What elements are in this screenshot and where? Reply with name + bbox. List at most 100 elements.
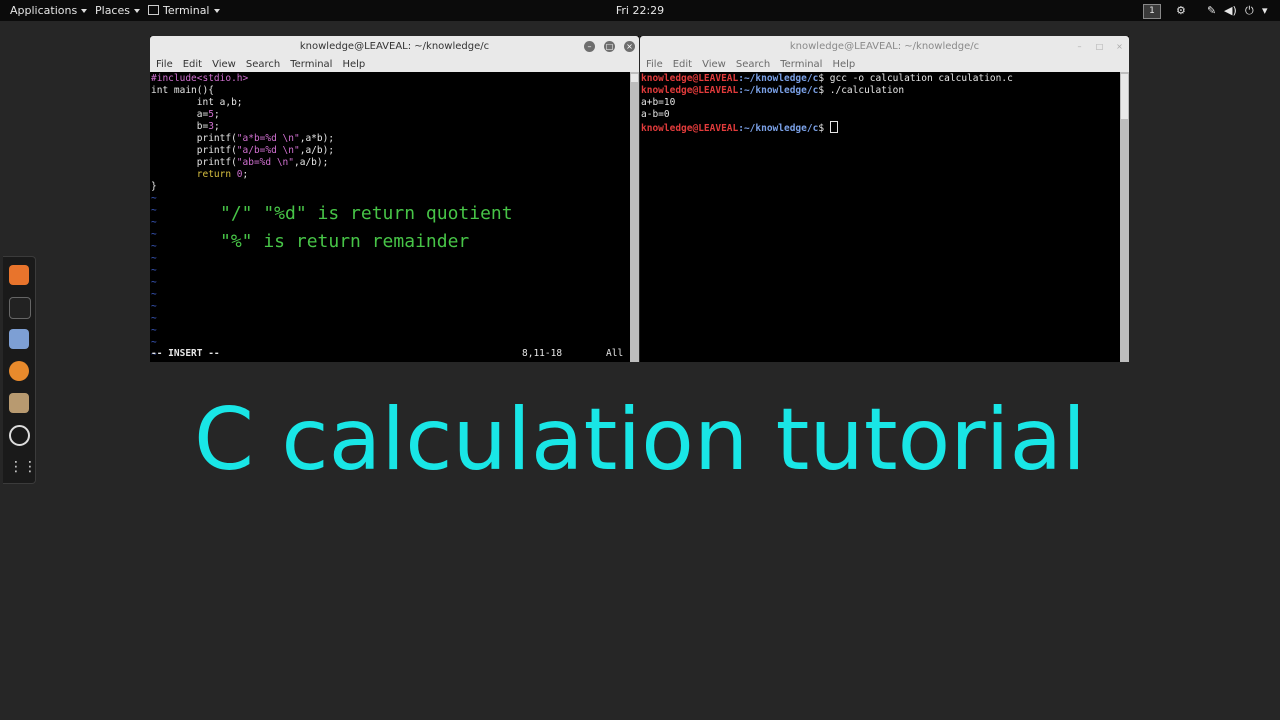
firefox-icon[interactable] bbox=[9, 265, 29, 285]
scrollbar[interactable] bbox=[630, 72, 639, 362]
code-text: "a*b=%d \n" bbox=[236, 133, 300, 144]
code-text: ,a*b); bbox=[299, 133, 335, 144]
empty-line-marker: ~ bbox=[151, 241, 157, 252]
maximize-icon[interactable]: □ bbox=[604, 41, 615, 52]
code-line: } bbox=[151, 181, 157, 193]
code-text: ,a/b); bbox=[294, 157, 329, 168]
annotation-quotient: "/" "%d" is return quotient bbox=[220, 203, 513, 224]
code-text: b= bbox=[151, 121, 209, 132]
scroll-position: All bbox=[606, 348, 624, 359]
close-icon[interactable]: × bbox=[1114, 41, 1125, 52]
code-text: return bbox=[151, 169, 237, 180]
empty-line-marker: ~ bbox=[151, 301, 157, 312]
maximize-icon[interactable]: □ bbox=[1094, 41, 1105, 52]
network-icon[interactable]: ⚙ bbox=[1176, 4, 1186, 17]
cursor-position: 8,11-18 bbox=[522, 348, 563, 359]
code-line: printf("ab=%d \n",a/b); bbox=[151, 157, 329, 169]
tutorial-caption: C calculation tutorial bbox=[193, 390, 1087, 490]
minimize-icon[interactable]: – bbox=[1074, 41, 1085, 52]
code-text: int main(){ bbox=[151, 85, 214, 96]
menu-view[interactable]: View bbox=[212, 59, 236, 70]
code-text: "a/b=%d \n" bbox=[236, 145, 300, 156]
code-line: printf("a*b=%d \n",a*b); bbox=[151, 133, 334, 145]
code-text: printf( bbox=[151, 157, 237, 168]
code-line: b=3; bbox=[151, 121, 220, 133]
shell-line: knowledge@LEAVEAL:~/knowledge/c$ gcc -o … bbox=[641, 73, 1013, 85]
vim-terminal-window[interactable]: knowledge@LEAVEAL: ~/knowledge/c – □ × F… bbox=[150, 36, 639, 362]
menu-terminal[interactable]: Terminal bbox=[780, 59, 822, 70]
code-text: <stdio.h> bbox=[196, 73, 249, 84]
command-text: gcc -o calculation calculation.c bbox=[829, 73, 1013, 84]
shell-line: a-b=0 bbox=[641, 109, 670, 120]
empty-line-marker: ~ bbox=[151, 193, 157, 204]
menu-help[interactable]: Help bbox=[832, 59, 855, 70]
code-text: printf( bbox=[151, 133, 237, 144]
text-cursor bbox=[829, 121, 838, 133]
code-line: printf("a/b=%d \n",a/b); bbox=[151, 145, 334, 157]
power-icon[interactable]: ⏻ bbox=[1245, 4, 1254, 17]
code-text: ; bbox=[213, 121, 220, 132]
menu-bar: File Edit View Search Terminal Help bbox=[150, 57, 639, 72]
code-text: "ab=%d \n" bbox=[236, 157, 294, 168]
annotation-remainder: "%" is return remainder bbox=[220, 231, 470, 252]
window-title: knowledge@LEAVEAL: ~/knowledge/c bbox=[299, 41, 490, 52]
prompt-path: :~/knowledge/c bbox=[738, 73, 819, 84]
menu-view[interactable]: View bbox=[702, 59, 726, 70]
code-text: a= bbox=[151, 109, 209, 120]
volume-icon[interactable]: ◀) bbox=[1224, 4, 1237, 17]
files-icon[interactable] bbox=[9, 329, 29, 349]
scrollbar-thumb[interactable] bbox=[1121, 74, 1128, 119]
clock[interactable]: Fri 22:29 bbox=[0, 0, 1280, 21]
code-line: int a,b; bbox=[151, 97, 243, 109]
empty-line-marker: ~ bbox=[151, 265, 157, 276]
empty-line-marker: ~ bbox=[151, 229, 157, 240]
empty-line-marker: ~ bbox=[151, 205, 157, 216]
code-text: ; bbox=[242, 169, 249, 180]
empty-line-marker: ~ bbox=[151, 313, 157, 324]
menu-search[interactable]: Search bbox=[736, 59, 770, 70]
menu-edit[interactable]: Edit bbox=[183, 59, 202, 70]
code-line: #include<stdio.h> bbox=[151, 73, 248, 85]
blender-icon[interactable] bbox=[9, 361, 29, 381]
window-titlebar[interactable]: knowledge@LEAVEAL: ~/knowledge/c – □ × bbox=[150, 36, 639, 57]
code-text: printf( bbox=[151, 145, 237, 156]
menu-file[interactable]: File bbox=[156, 59, 173, 70]
close-icon[interactable]: × bbox=[624, 41, 635, 52]
empty-line-marker: ~ bbox=[151, 289, 157, 300]
chevron-down-icon[interactable]: ▾ bbox=[1262, 4, 1268, 17]
window-titlebar[interactable]: knowledge@LEAVEAL: ~/knowledge/c – □ × bbox=[640, 36, 1129, 57]
code-text: } bbox=[151, 181, 157, 192]
window-title: knowledge@LEAVEAL: ~/knowledge/c bbox=[789, 41, 980, 52]
pen-icon[interactable]: ✎ bbox=[1207, 4, 1216, 17]
shell-line: knowledge@LEAVEAL:~/knowledge/c$ ./calcu… bbox=[641, 85, 904, 97]
workspace-indicator[interactable]: 1 bbox=[1143, 4, 1161, 19]
code-text: int a,b; bbox=[151, 97, 243, 108]
code-line: a=5; bbox=[151, 109, 220, 121]
menu-bar: File Edit View Search Terminal Help bbox=[640, 57, 1129, 72]
shell-line: a+b=10 bbox=[641, 97, 676, 108]
menu-help[interactable]: Help bbox=[342, 59, 365, 70]
scrollbar[interactable] bbox=[1120, 72, 1129, 362]
command-text: ./calculation bbox=[829, 85, 905, 96]
shell-output[interactable]: knowledge@LEAVEAL:~/knowledge/c$ gcc -o … bbox=[640, 72, 1129, 362]
prompt-path: :~/knowledge/c bbox=[738, 123, 819, 134]
code-text: #include bbox=[151, 73, 197, 84]
minimize-icon[interactable]: – bbox=[584, 41, 595, 52]
menu-file[interactable]: File bbox=[646, 59, 663, 70]
code-line: int main(){ bbox=[151, 85, 214, 97]
code-text: ,a/b); bbox=[299, 145, 335, 156]
empty-line-marker: ~ bbox=[151, 253, 157, 264]
menu-search[interactable]: Search bbox=[246, 59, 280, 70]
menu-edit[interactable]: Edit bbox=[673, 59, 692, 70]
shell-terminal-window[interactable]: knowledge@LEAVEAL: ~/knowledge/c – □ × F… bbox=[640, 36, 1129, 362]
code-line: return 0; bbox=[151, 169, 249, 181]
terminal-icon[interactable] bbox=[9, 297, 31, 319]
code-text: ; bbox=[213, 109, 220, 120]
top-bar: Applications Places Terminal Fri 22:29 1… bbox=[0, 0, 1280, 21]
empty-line-marker: ~ bbox=[151, 325, 157, 336]
menu-terminal[interactable]: Terminal bbox=[290, 59, 332, 70]
vim-editor[interactable]: #include<stdio.h> int main(){ int a,b; a… bbox=[150, 72, 639, 362]
prompt-sign: $ bbox=[818, 85, 830, 96]
empty-line-marker: ~ bbox=[151, 277, 157, 288]
scrollbar-thumb[interactable] bbox=[631, 74, 638, 82]
